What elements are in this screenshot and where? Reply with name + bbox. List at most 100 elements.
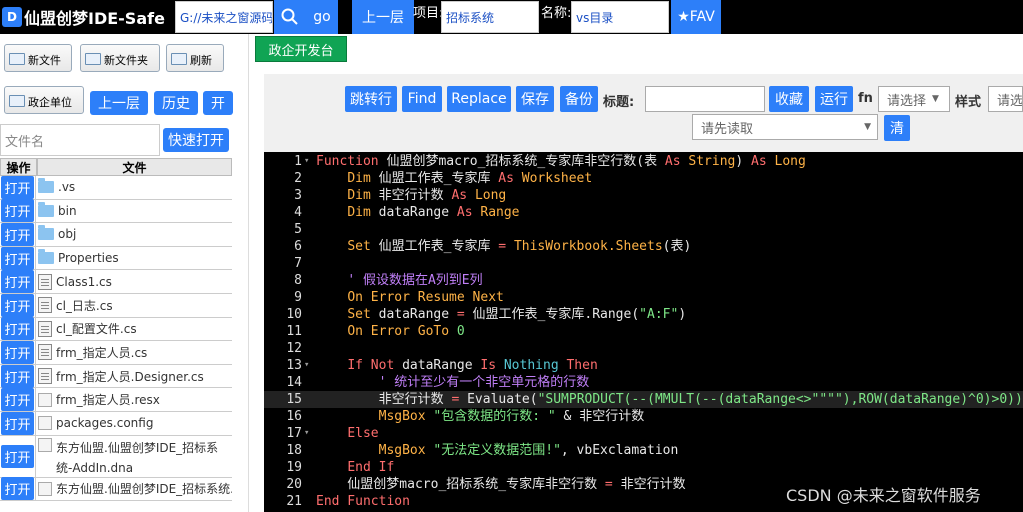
project-label: 项目: bbox=[413, 6, 444, 21]
left-up-button[interactable]: 上一层 bbox=[90, 91, 148, 115]
code-line: 12 bbox=[286, 341, 302, 356]
name-input[interactable]: vs目录 bbox=[571, 1, 669, 33]
refresh-button[interactable]: 刷新 bbox=[166, 44, 224, 72]
code-editor[interactable]: 1 ▾ Function 仙盟创梦macro_招标系统_专家库非空行数(表 As S… bbox=[264, 152, 1023, 512]
file-table: 操作 文件 打开 .vs 打开 bin 打开 obj 打开 Properties 打开 Class… bbox=[0, 158, 232, 502]
org-unit-button[interactable]: 政企单位 bbox=[4, 86, 84, 114]
fav-button[interactable]: ★FAV bbox=[671, 0, 721, 34]
op-cell: 打开 bbox=[0, 222, 36, 246]
image-icon bbox=[38, 481, 52, 496]
open-file-button[interactable]: 打开 bbox=[1, 388, 34, 412]
code-line: 5 bbox=[294, 222, 302, 237]
image-icon bbox=[38, 437, 52, 452]
op-cell: 打开 bbox=[0, 270, 36, 294]
table-row: 打开 frm_指定人员.resx bbox=[0, 388, 232, 412]
file-name-cell[interactable]: frm_指定人员.cs bbox=[36, 341, 232, 364]
file-icon bbox=[38, 273, 52, 290]
table-row: 打开 东方仙盟.仙盟创梦IDE_招标系统-AddIn.dna bbox=[0, 435, 232, 478]
open-file-button[interactable]: 打开 bbox=[1, 364, 34, 388]
goto-line-button[interactable]: 跳转行 bbox=[345, 86, 397, 112]
op-cell: 打开 bbox=[0, 364, 36, 388]
fn-select[interactable]: 请选择 ▼ bbox=[878, 86, 950, 112]
open-file-button[interactable]: 打开 bbox=[1, 411, 34, 435]
run-button[interactable]: 运行 bbox=[815, 86, 853, 112]
file-name-cell[interactable]: .vs bbox=[36, 176, 232, 199]
code-line: 9 On Error Resume Next bbox=[294, 290, 504, 305]
fn-label: fn bbox=[858, 91, 873, 106]
file-name: packages.config bbox=[56, 416, 154, 431]
table-row: 打开 Class1.cs bbox=[0, 270, 232, 294]
favorite-button[interactable]: 收藏 bbox=[769, 86, 809, 112]
op-cell: 打开 bbox=[0, 246, 36, 270]
project-input[interactable]: 招标系统 bbox=[441, 1, 539, 33]
backup-button[interactable]: 备份 bbox=[560, 86, 598, 112]
replace-button[interactable]: Replace bbox=[447, 86, 511, 112]
open-button[interactable]: 开 bbox=[203, 91, 233, 115]
save-button[interactable]: 保存 bbox=[516, 86, 554, 112]
column-file: 文件 bbox=[37, 158, 232, 176]
top-bar: D 仙盟创梦IDE-Safe G://未来之窗源码 go 上一层 项目: 招标系… bbox=[0, 0, 1023, 34]
up-level-button[interactable]: 上一层 bbox=[352, 0, 414, 34]
chevron-down-icon: ▼ bbox=[864, 122, 871, 132]
open-file-button[interactable]: 打开 bbox=[1, 175, 34, 199]
new-file-button[interactable]: 新文件 bbox=[4, 44, 72, 72]
tab-gov-dev[interactable]: 政企开发台 bbox=[255, 36, 347, 62]
file-name-cell[interactable]: obj bbox=[36, 223, 232, 246]
folder-icon bbox=[38, 178, 54, 194]
path-input[interactable]: G://未来之窗源码 bbox=[175, 1, 273, 33]
open-file-button[interactable]: 打开 bbox=[1, 246, 34, 270]
open-file-button[interactable]: 打开 bbox=[1, 444, 34, 468]
file-name-cell[interactable]: frm_指定人员.Designer.cs bbox=[36, 365, 232, 388]
file-name: 东方仙盟.仙盟创梦IDE_招标系统.csproj bbox=[56, 482, 232, 497]
open-file-button[interactable]: 打开 bbox=[1, 340, 34, 364]
open-file-button[interactable]: 打开 bbox=[1, 293, 34, 317]
file-name-cell[interactable]: cl_配置文件.cs bbox=[36, 318, 232, 341]
find-button[interactable]: Find bbox=[402, 86, 442, 112]
style-select[interactable]: 请选 bbox=[988, 86, 1023, 112]
op-cell: 打开 bbox=[0, 435, 36, 477]
style-label: 样式 bbox=[955, 95, 982, 110]
file-name-cell[interactable]: frm_指定人员.resx bbox=[36, 388, 232, 411]
file-name-cell[interactable]: 东方仙盟.仙盟创梦IDE_招标系统.csproj bbox=[36, 478, 232, 501]
table-row: 打开 cl_日志.cs bbox=[0, 293, 232, 318]
open-file-button[interactable]: 打开 bbox=[1, 199, 34, 223]
quick-open-button[interactable]: 快速打开 bbox=[163, 128, 229, 152]
new-folder-button[interactable]: 新文件夹 bbox=[80, 44, 160, 72]
op-cell: 打开 bbox=[0, 411, 36, 435]
open-file-button[interactable]: 打开 bbox=[1, 477, 34, 501]
table-row: 打开 Properties bbox=[0, 246, 232, 271]
file-name-cell[interactable]: Properties bbox=[36, 247, 232, 270]
open-file-button[interactable]: 打开 bbox=[1, 222, 34, 246]
image-icon bbox=[38, 392, 52, 407]
title-label: 标题: bbox=[603, 95, 635, 110]
op-cell: 打开 bbox=[0, 293, 36, 317]
folder-icon bbox=[38, 249, 54, 265]
file-name-cell[interactable]: 东方仙盟.仙盟创梦IDE_招标系统-AddIn.dna bbox=[36, 436, 232, 477]
op-cell: 打开 bbox=[0, 340, 36, 364]
op-cell: 打开 bbox=[0, 388, 36, 412]
code-line: 1 ▾ Function 仙盟创梦macro_招标系统_专家库非空行数(表 As S… bbox=[294, 154, 806, 169]
open-file-button[interactable]: 打开 bbox=[1, 270, 34, 294]
filename-input[interactable]: 文件名 bbox=[0, 124, 160, 156]
file-panel: 新文件 新文件夹 刷新 政企单位 上一层 历史 开 文件名 快速打开 操作 文件… bbox=[0, 34, 249, 512]
file-icon bbox=[38, 344, 52, 361]
logo-icon: D bbox=[2, 7, 22, 27]
file-name-cell[interactable]: Class1.cs bbox=[36, 270, 232, 293]
code-line: 8 ' 假设数据在A列到E列 bbox=[294, 273, 483, 288]
go-button[interactable]: go bbox=[306, 0, 338, 34]
clear-button[interactable]: 清 bbox=[884, 115, 910, 141]
open-file-button[interactable]: 打开 bbox=[1, 317, 34, 341]
file-name-cell[interactable]: packages.config bbox=[36, 412, 232, 435]
code-line: 16 MsgBox "包含数据的行数: " & 非空行计数 bbox=[286, 409, 645, 424]
folder-icon bbox=[38, 201, 54, 217]
file-icon bbox=[38, 297, 52, 314]
file-name: .vs bbox=[58, 180, 76, 195]
file-name-cell[interactable]: bin bbox=[36, 200, 232, 223]
history-button[interactable]: 历史 bbox=[154, 91, 198, 115]
tab-strip bbox=[252, 34, 1023, 64]
table-row: 打开 frm_指定人员.Designer.cs bbox=[0, 364, 232, 389]
read-select[interactable]: 请先读取 ▼ bbox=[692, 114, 878, 140]
search-icon[interactable] bbox=[274, 0, 306, 34]
title-input[interactable] bbox=[645, 86, 765, 112]
file-name-cell[interactable]: cl_日志.cs bbox=[36, 294, 232, 317]
